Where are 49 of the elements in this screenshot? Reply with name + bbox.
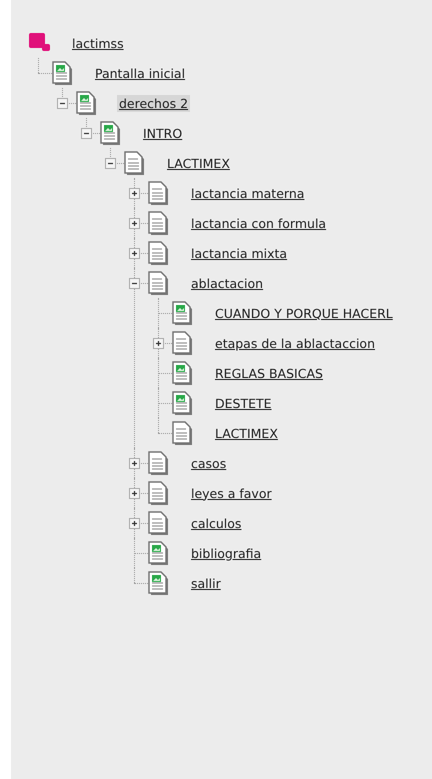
page-icon: [172, 420, 193, 446]
page-icon: [148, 450, 169, 476]
collapse-icon[interactable]: [57, 98, 68, 108]
image-page-icon: [172, 390, 193, 416]
collapse-icon[interactable]: [105, 158, 116, 168]
expand-icon[interactable]: [153, 338, 164, 348]
tree-link[interactable]: lactancia materna: [189, 184, 306, 202]
tree-link[interactable]: INTRO: [141, 124, 184, 142]
tree-link[interactable]: etapas de la ablactaccion: [213, 334, 377, 352]
tree-link[interactable]: sallir: [189, 574, 223, 592]
tree-link[interactable]: LACTIMEX: [165, 154, 232, 172]
collapse-icon[interactable]: [81, 128, 92, 138]
tree-link[interactable]: leyes a favor: [189, 484, 274, 502]
page-icon: [148, 480, 169, 506]
tree-link[interactable]: derechos 2: [117, 94, 190, 112]
page-icon: [148, 180, 169, 206]
expand-icon[interactable]: [129, 518, 140, 528]
expand-icon[interactable]: [129, 458, 140, 468]
image-page-icon: [76, 90, 97, 116]
image-page-icon: [172, 360, 193, 386]
image-page-icon: [148, 570, 169, 596]
tree-link[interactable]: casos: [189, 454, 228, 472]
image-page-icon: [100, 120, 121, 146]
tree-link[interactable]: lactancia mixta: [189, 244, 290, 262]
tree-link[interactable]: DESTETE: [213, 394, 274, 412]
expand-icon[interactable]: [129, 248, 140, 258]
expand-icon[interactable]: [129, 218, 140, 228]
tree-link[interactable]: CUANDO Y PORQUE HACERL: [213, 304, 395, 322]
page-icon: [148, 510, 169, 536]
tree-link[interactable]: lactancia con formula: [189, 214, 328, 232]
collapse-icon[interactable]: [129, 278, 140, 288]
expand-icon[interactable]: [129, 488, 140, 498]
tree-link[interactable]: bibliografia: [189, 544, 264, 562]
root-node-icon: [28, 33, 50, 53]
image-page-icon: [52, 60, 73, 86]
page-icon: [148, 270, 169, 296]
tree-link[interactable]: ablactacion: [189, 274, 266, 292]
page-icon: [148, 240, 169, 266]
page-icon: [172, 330, 193, 356]
page-icon: [148, 210, 169, 236]
page-icon: [124, 150, 145, 176]
image-page-icon: [172, 300, 193, 326]
tree-link[interactable]: Pantalla inicial: [93, 64, 188, 82]
tree-link[interactable]: LACTIMEX: [213, 424, 280, 442]
expand-icon[interactable]: [129, 188, 140, 198]
tree-link[interactable]: lactimss: [70, 34, 126, 52]
tree-link[interactable]: calculos: [189, 514, 244, 532]
tree-link[interactable]: REGLAS BASICAS: [213, 364, 325, 382]
image-page-icon: [148, 540, 169, 566]
